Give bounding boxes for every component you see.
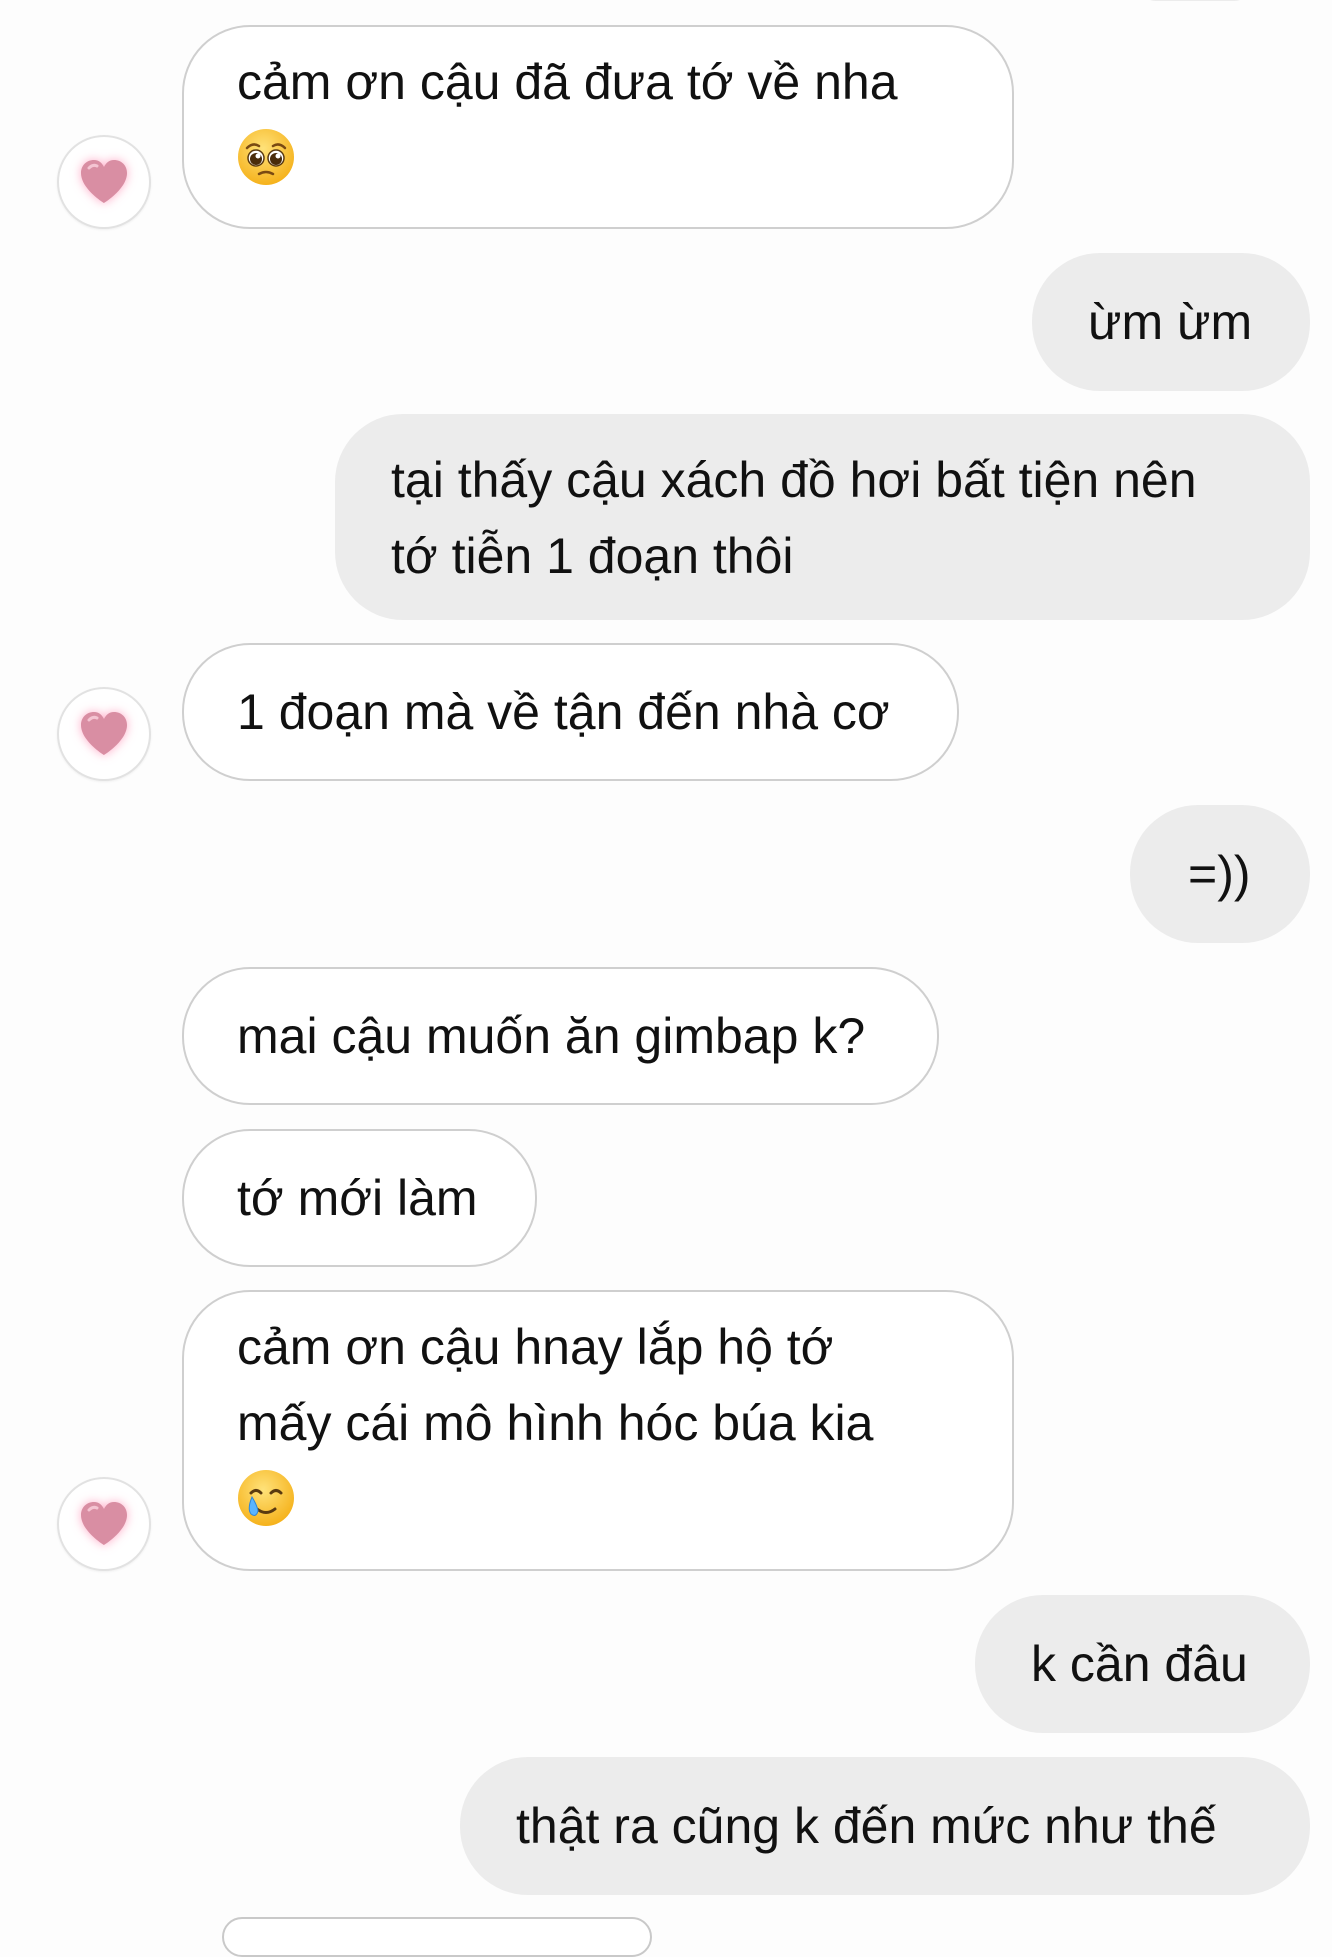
message-text: mấy cái mô hình hóc búa kia <box>237 1395 874 1451</box>
message-text: tớ tiễn 1 đoạn thôi <box>391 528 794 584</box>
message-text: ừm ừm <box>1088 294 1253 350</box>
message-bubble-outgoing[interactable]: thật ra cũng k đến mức như thế <box>460 1757 1310 1895</box>
message-bubble-outgoing[interactable]: ừm ừm <box>1032 253 1310 391</box>
avatar[interactable] <box>57 135 151 229</box>
message-text: thật ra cũng k đến mức như thế <box>516 1798 1217 1854</box>
pleading-face-icon <box>237 128 295 186</box>
message-text: tại thấy cậu xách đồ hơi bất tiện nên <box>391 452 1197 508</box>
next-message-fragment <box>222 1917 652 1957</box>
smiling-face-with-tear-icon <box>237 1469 295 1527</box>
pink-heart-icon <box>81 712 127 755</box>
message-text: cảm ơn cậu đã đưa tớ về nha <box>237 54 898 110</box>
message-bubble-incoming[interactable]: cảm ơn cậu hnay lắp hộ tớ mấy cái mô hìn… <box>182 1290 1014 1571</box>
message-bubble-incoming[interactable]: cảm ơn cậu đã đưa tớ về nha <box>182 25 1014 229</box>
message-text: 1 đoạn mà về tận đến nhà cơ <box>237 684 890 740</box>
message-bubble-outgoing[interactable]: k cần đâu <box>975 1595 1310 1733</box>
message-text: mai cậu muốn ăn gimbap k? <box>237 1008 866 1064</box>
message-text: k cần đâu <box>1031 1636 1248 1692</box>
message-text: tớ mới làm <box>237 1170 478 1226</box>
previous-message-fragment <box>1140 0 1250 1</box>
message-text: cảm ơn cậu hnay lắp hộ tớ <box>237 1319 834 1375</box>
avatar[interactable] <box>57 687 151 781</box>
message-bubble-incoming[interactable]: mai cậu muốn ăn gimbap k? <box>182 967 939 1105</box>
message-bubble-incoming[interactable]: tớ mới làm <box>182 1129 537 1267</box>
pink-heart-icon <box>81 160 127 203</box>
message-bubble-outgoing[interactable]: tại thấy cậu xách đồ hơi bất tiện nên tớ… <box>335 414 1310 620</box>
avatar[interactable] <box>57 1477 151 1571</box>
message-text: =)) <box>1188 846 1251 902</box>
message-bubble-outgoing[interactable]: =)) <box>1130 805 1310 943</box>
message-bubble-incoming[interactable]: 1 đoạn mà về tận đến nhà cơ <box>182 643 959 781</box>
pink-heart-icon <box>81 1502 127 1545</box>
